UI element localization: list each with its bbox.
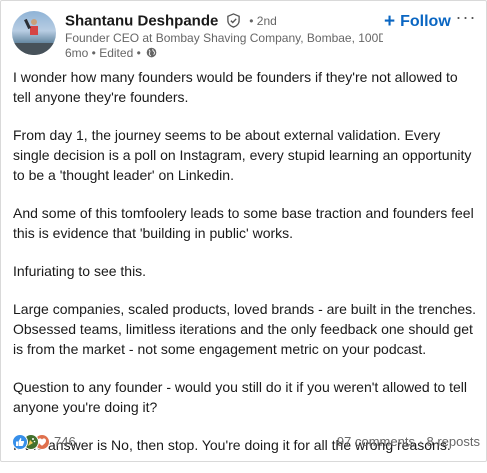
post-paragraph: From day 1, the journey seems to be abou…	[13, 127, 472, 183]
post-meta: 6mo • Edited •	[65, 46, 157, 60]
social-counts-bar: 746 97 comments · 8 reposts	[1, 432, 486, 454]
verified-shield-icon	[227, 13, 240, 29]
connection-degree: • 2nd	[249, 13, 277, 28]
author-name-row: Shantanu Deshpande • 2nd	[65, 12, 277, 32]
follow-label: Follow	[400, 13, 451, 30]
globe-icon	[146, 47, 157, 58]
more-options-button[interactable]: ···	[453, 7, 479, 29]
post-paragraph: Large companies, scaled products, loved …	[13, 301, 477, 357]
author-avatar[interactable]	[12, 11, 56, 55]
like-icon	[12, 433, 28, 450]
post-body: I wonder how many founders would be foun…	[13, 67, 479, 473]
post-paragraph: Question to any founder - would you stil…	[13, 379, 468, 415]
plus-icon: +	[384, 11, 396, 32]
author-headline: Founder CEO at Bombay Shaving Company, B…	[65, 31, 383, 45]
post-card: Shantanu Deshpande • 2nd Founder CEO at …	[0, 0, 487, 462]
follow-button[interactable]: + Follow	[384, 11, 451, 33]
post-paragraph: Infuriating to see this.	[13, 263, 147, 279]
post-meta-text: 6mo • Edited •	[65, 46, 141, 60]
reposts-count-link[interactable]: 8 reposts	[427, 434, 480, 449]
author-name[interactable]: Shantanu Deshpande	[65, 12, 218, 29]
engagement-stats: 97 comments · 8 reposts	[337, 434, 480, 449]
post-header: Shantanu Deshpande • 2nd Founder CEO at …	[1, 1, 486, 63]
comments-count-link[interactable]: 97 comments	[337, 434, 415, 449]
reactions-summary[interactable]: 746	[12, 433, 76, 451]
stats-separator: ·	[414, 434, 427, 449]
post-paragraph: And some of this tomfoolery leads to som…	[13, 205, 474, 241]
reaction-count: 746	[54, 434, 76, 450]
post-paragraph: I wonder how many founders would be foun…	[13, 69, 458, 105]
